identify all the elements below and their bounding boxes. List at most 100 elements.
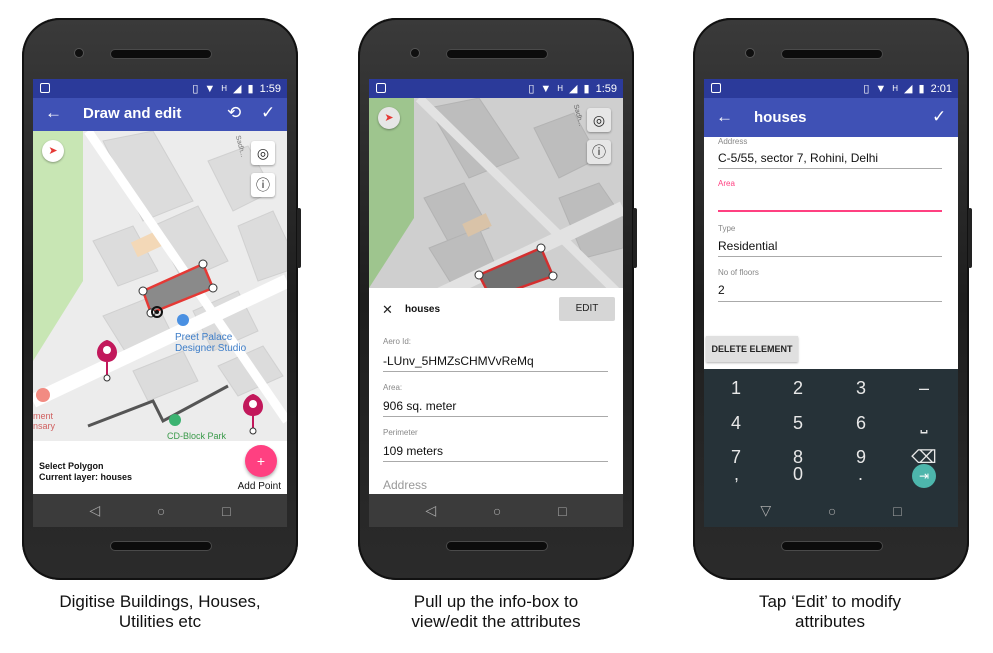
area-input[interactable] [718, 191, 942, 209]
key-3[interactable]: 3 [841, 378, 881, 399]
network-type-label: H [557, 84, 564, 93]
side-button [633, 208, 637, 268]
info-icon[interactable]: ⓘ [587, 140, 611, 164]
info-icon[interactable]: ⓘ [251, 173, 275, 197]
nav-home-icon[interactable]: ○ [157, 503, 165, 519]
save-check-icon[interactable]: ✓ [932, 107, 946, 127]
attribute-form: Address C-5/55, sector 7, Rohini, Delhi … [704, 137, 958, 297]
poi-icon [177, 314, 189, 326]
key-minus[interactable]: – [904, 378, 944, 399]
locate-icon[interactable]: ◎ [251, 141, 275, 165]
map-canvas[interactable] [33, 131, 287, 441]
key-1[interactable]: 1 [716, 378, 756, 399]
key-5[interactable]: 5 [778, 413, 818, 434]
key-6[interactable]: 6 [841, 413, 881, 434]
battery-icon: ▮ [583, 83, 590, 95]
caption-3-line1: Tap ‘Edit’ to modify [758, 592, 902, 611]
earpiece-speaker [446, 49, 548, 59]
edit-button[interactable]: EDIT [559, 297, 615, 321]
nav-recent-icon[interactable]: □ [558, 503, 566, 519]
add-point-button[interactable]: + [245, 445, 277, 477]
vibrate-icon: ▯ [192, 83, 199, 95]
bottom-speaker [110, 541, 212, 551]
phone-edit-attributes: ▯ ▼ H ◢ ▮ 2:01 ← houses ✓ Address C-5/55… [693, 18, 972, 580]
floors-label: No of floors [718, 268, 759, 277]
hospital-icon [36, 388, 50, 402]
next-field-icon[interactable]: ⇥ [912, 464, 936, 488]
nav-back-icon[interactable]: ◁ [425, 502, 436, 519]
caption-1: Digitise Buildings, Houses, Utilities et… [10, 592, 310, 632]
perimeter-value: 109 meters [383, 444, 444, 458]
key-period[interactable]: . [858, 464, 863, 485]
nav-home-icon[interactable]: ○ [828, 503, 836, 519]
field-underline [718, 301, 942, 302]
park-label: CD-Block Park [167, 431, 227, 441]
nav-recent-icon[interactable]: □ [222, 503, 230, 519]
info-box-title: houses [405, 304, 441, 315]
caption-1-line2: Utilities etc [118, 612, 202, 631]
delete-element-button[interactable]: DELETE ELEMENT [706, 336, 798, 362]
app-bar: ← houses ✓ [704, 98, 958, 137]
signal-icon: ◢ [904, 83, 913, 95]
nav-back-icon[interactable]: ▽ [760, 502, 771, 519]
key-4[interactable]: 4 [716, 413, 756, 434]
battery-icon: ▮ [247, 83, 254, 95]
park-icon [169, 414, 181, 426]
back-arrow-icon[interactable]: ← [45, 103, 62, 123]
nav-back-icon[interactable]: ◁ [89, 502, 100, 519]
side-button [968, 208, 972, 268]
notification-icon [376, 83, 386, 93]
battery-icon: ▮ [918, 83, 925, 95]
clock: 1:59 [595, 82, 617, 95]
select-polygon-text: Select Polygon [39, 461, 104, 471]
locate-icon[interactable]: ◎ [587, 108, 611, 132]
type-input[interactable]: Residential [718, 239, 777, 253]
bottom-speaker [781, 541, 883, 551]
map-view[interactable]: ➤ ◎ ⓘ Sadh... [369, 98, 623, 288]
current-layer-text: Current layer: houses [39, 472, 133, 482]
key-0[interactable]: 0 [793, 464, 803, 485]
field-underline [383, 416, 608, 417]
key-2[interactable]: 2 [778, 378, 818, 399]
bottom-speaker [446, 541, 548, 551]
screen: ▯ ▼ H ◢ ▮ 1:59 ← Draw and edit ⟲ ✓ Preet… [33, 79, 287, 527]
signal-icon: ◢ [233, 83, 242, 95]
field-label: Aero Id: [383, 337, 412, 346]
info-box: ✕ houses EDIT Aero Id: -LUnv_5HMZsCHMVvR… [369, 288, 623, 494]
signal-icon: ◢ [569, 83, 578, 95]
key-comma[interactable]: , [734, 464, 739, 485]
side-button [297, 208, 301, 268]
status-bar: ▯ ▼ H ◢ ▮ 2:01 [704, 79, 958, 98]
wifi-icon: ▼ [875, 82, 887, 95]
left-poi-label: ment nsary [33, 411, 55, 431]
notification-icon [40, 83, 50, 93]
front-camera [410, 48, 420, 58]
earpiece-speaker [110, 49, 212, 59]
aero-id-value: -LUnv_5HMZsCHMVvReMq [383, 354, 534, 368]
screen: ▯ ▼ H ◢ ▮ 1:59 ➤ ◎ ⓘ Sadh... ✕ houses ED… [369, 79, 623, 527]
network-type-label: H [221, 84, 228, 93]
nav-home-icon[interactable]: ○ [493, 503, 501, 519]
caption-3: Tap ‘Edit’ to modify attributes [680, 592, 980, 632]
compass-icon[interactable]: ➤ [42, 140, 64, 162]
back-arrow-icon[interactable]: ← [716, 107, 733, 127]
close-icon[interactable]: ✕ [382, 302, 393, 318]
field-underline [718, 256, 942, 257]
undo-icon[interactable]: ⟲ [227, 103, 241, 123]
caption-2-line1: Pull up the info-box to [413, 592, 579, 611]
type-label: Type [718, 224, 736, 233]
vibrate-icon: ▯ [863, 83, 870, 95]
map-canvas[interactable] [369, 98, 623, 288]
space-key-icon[interactable]: ⎵ [904, 413, 944, 434]
front-camera [745, 48, 755, 58]
address-input[interactable]: C-5/55, sector 7, Rohini, Delhi [718, 151, 878, 165]
compass-icon[interactable]: ➤ [378, 107, 400, 129]
map-view[interactable]: Preet Palace Designer Studio Sadh... men… [33, 131, 287, 441]
status-bar: ▯ ▼ H ◢ ▮ 1:59 [369, 79, 623, 98]
phone-draw-and-edit: ▯ ▼ H ◢ ▮ 1:59 ← Draw and edit ⟲ ✓ Preet… [22, 18, 301, 580]
caption-1-line1: Digitise Buildings, Houses, [59, 592, 261, 611]
floors-input[interactable]: 2 [718, 283, 725, 297]
nav-recent-icon[interactable]: □ [893, 503, 901, 519]
field-label: Perimeter [383, 428, 418, 437]
confirm-check-icon[interactable]: ✓ [261, 103, 275, 123]
